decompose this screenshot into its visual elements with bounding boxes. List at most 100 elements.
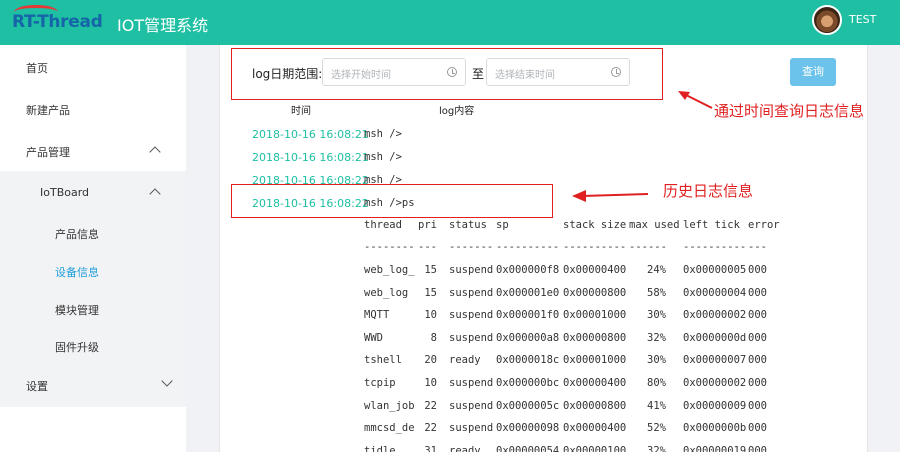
ps-cell: 31 [424,444,437,452]
query-annotation-text: 通过时间查询日志信息 [714,102,865,120]
sidebar-item-module-management[interactable]: 模块管理 [55,302,99,318]
ps-cell: web_log_ [364,264,415,276]
log-time: 2018-10-16 16:08:21 [252,151,369,164]
arrow-icon [572,190,649,202]
ps-cell: 000 [748,264,767,276]
ps-cell: 0x000000a8 [496,331,560,344]
app-title: IOT管理系统 [117,16,209,35]
ps-cell: tcpip [364,377,396,389]
ps-cell: 000 [748,309,767,322]
ps-cell: 000 [748,399,767,412]
ps-cell: 0x0000000d [683,331,747,344]
ps-cell: 0x00001000 [563,354,627,367]
ps-cell: 0x00000007 [683,354,747,367]
column-header-content: log内容 [439,106,475,117]
ps-header-cell: left tick [683,219,740,231]
ps-divider-cell: ---------- [563,241,627,253]
sidebar-item-iotboard[interactable]: IoTBoard [40,186,89,199]
ps-cell: suspend [449,286,494,299]
ps-header-cell: error [748,219,780,231]
sidebar-item-product-info[interactable]: 产品信息 [55,226,99,242]
ps-cell: 15 [424,264,437,276]
ps-cell: 32% [647,331,666,344]
log-time: 2018-10-16 16:08:21 [252,128,369,141]
ps-cell: 0x00000002 [683,309,747,322]
ps-cell: ready [449,444,481,452]
top-header: RT-Thread IOT管理系统 TEST [0,0,900,45]
ps-cell: 0x000000f8 [496,264,560,276]
ps-cell: 0x00000800 [563,286,627,299]
ps-cell: 22 [424,399,437,412]
ps-cell: 000 [748,354,767,367]
ps-header-cell: thread [364,219,402,231]
user-avatar[interactable] [812,5,842,35]
ps-cell: suspend [449,422,494,435]
ps-cell: 20 [424,354,437,367]
ps-cell: MQTT [364,309,390,322]
ps-cell: suspend [449,399,494,412]
ps-divider-cell: --- [418,241,437,253]
ps-cell: web_log [364,286,409,299]
ps-cell: 52% [647,422,666,435]
ps-cell: 000 [748,444,767,452]
ps-cell: 41% [647,399,666,412]
ps-cell: 0x00000004 [683,286,747,299]
ps-cell: suspend [449,331,494,344]
query-annotation-box [231,48,663,100]
user-name[interactable]: TEST [849,13,876,26]
ps-header-cell: max used [629,219,680,231]
ps-cell: 24% [647,264,666,276]
ps-cell: 0x00000400 [563,422,627,435]
ps-cell: 10 [424,377,437,389]
rt-thread-logo[interactable]: RT-Thread [12,5,104,37]
sidebar-item-product-management[interactable]: 产品管理 [26,144,70,160]
ps-cell: 80% [647,377,666,389]
arrow-icon [678,91,713,109]
ps-cell: 0x00000054 [496,444,560,452]
ps-cell: 000 [748,377,767,389]
logo-text: RT-Thread [12,12,103,32]
ps-cell: 0x00000009 [683,399,747,412]
ps-cell: 10 [424,309,437,322]
ps-cell: 0x00000800 [563,331,627,344]
ps-cell: 000 [748,331,767,344]
sidebar-item-new-product[interactable]: 新建产品 [26,102,70,118]
ps-cell: WWD [364,331,383,344]
ps-cell: 0x00000002 [683,377,747,389]
sidebar-item-device-info[interactable]: 设备信息 [55,264,99,280]
sidebar-item-firmware-upgrade[interactable]: 固件升级 [55,339,99,355]
ps-divider-cell: ------ [629,241,667,253]
ps-cell: 0x00000100 [563,444,627,452]
ps-cell: 30% [647,309,666,322]
ps-cell: 0x00000005 [683,264,747,276]
ps-cell: 30% [647,354,666,367]
ps-cell: wlan_job [364,399,415,412]
ps-cell: 0x00000400 [563,264,627,276]
ps-cell: 000 [748,422,767,435]
ps-cell: 000 [748,286,767,299]
log-message: msh /> [364,128,402,140]
ps-cell: 0x00000098 [496,422,560,435]
ps-cell: 0x000001f0 [496,309,560,322]
ps-cell: mmcsd_de [364,422,415,435]
ps-cell: 32% [647,444,666,452]
column-header-time: 时间 [291,106,311,117]
ps-cell: 0x000000bc [496,377,560,389]
ps-cell: 0x00000800 [563,399,627,412]
query-button[interactable]: 查询 [790,58,836,86]
history-annotation-box [231,184,553,218]
ps-cell: 0x00001000 [563,309,627,322]
ps-cell: 0x000001e0 [496,286,560,299]
ps-divider-cell: -------- [364,241,415,253]
ps-divider-cell: --- [748,241,767,253]
history-annotation-text: 历史日志信息 [663,182,754,200]
sidebar-submenu-area [0,171,186,407]
log-message: msh /> [364,151,402,163]
ps-divider-cell: ---------- [496,241,560,253]
ps-cell: 0x00000400 [563,377,627,389]
ps-cell: suspend [449,264,494,276]
ps-divider-cell: ------- [449,241,494,253]
sidebar-item-settings[interactable]: 设置 [26,378,48,394]
sidebar-item-home[interactable]: 首页 [26,60,48,76]
ps-cell: tshell [364,354,402,367]
